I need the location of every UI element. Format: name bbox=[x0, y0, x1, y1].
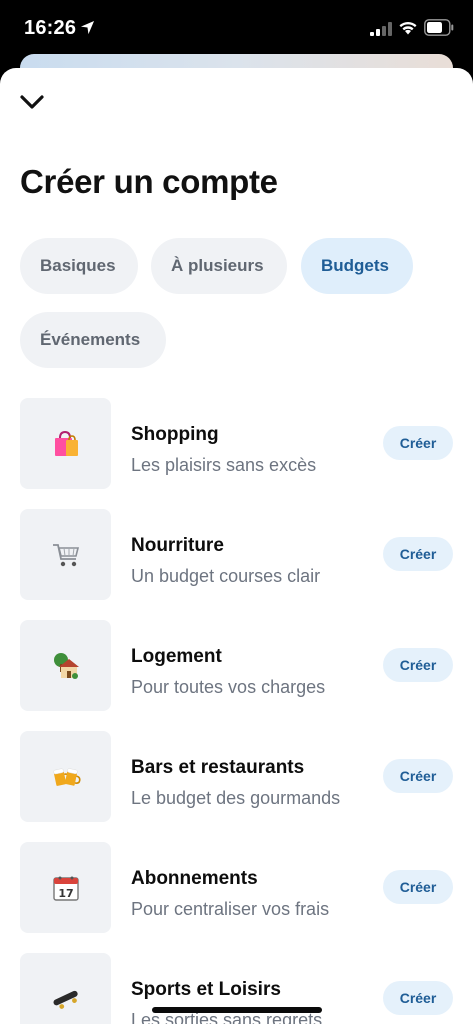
item-title: Sports et Loisirs bbox=[131, 979, 281, 1000]
item-subtitle: Les plaisirs sans excès bbox=[131, 455, 317, 475]
item-subtitle: Un budget courses clair bbox=[131, 566, 321, 586]
list-item[interactable]: 17 Abonnements Pour centraliser vos frai… bbox=[0, 842, 473, 935]
item-title: Logement bbox=[131, 646, 222, 667]
beer-mugs-icon bbox=[52, 767, 81, 786]
chevron-down-icon[interactable] bbox=[18, 92, 46, 112]
item-title: Nourriture bbox=[131, 535, 224, 556]
home-indicator bbox=[152, 1007, 322, 1013]
create-button[interactable]: Créer bbox=[383, 870, 453, 904]
tab-evenements[interactable]: Événements bbox=[20, 312, 166, 368]
create-button[interactable]: Créer bbox=[383, 759, 453, 793]
item-thumbnail bbox=[20, 731, 111, 822]
item-thumbnail bbox=[20, 398, 111, 489]
item-subtitle: Pour centraliser vos frais bbox=[131, 899, 330, 919]
item-subtitle: Pour toutes vos charges bbox=[131, 677, 326, 697]
svg-text:17: 17 bbox=[58, 887, 73, 900]
wifi-icon bbox=[399, 21, 417, 35]
create-button[interactable]: Créer bbox=[383, 981, 453, 1015]
create-button[interactable]: Créer bbox=[383, 537, 453, 571]
list-item[interactable]: Logement Pour toutes vos charges Créer bbox=[0, 620, 473, 713]
shopping-bags-icon bbox=[54, 430, 78, 456]
item-title: Abonnements bbox=[131, 868, 258, 889]
item-thumbnail bbox=[20, 509, 111, 600]
list-item[interactable]: Nourriture Un budget courses clair Créer bbox=[0, 509, 473, 602]
battery-icon bbox=[424, 19, 454, 36]
create-button[interactable]: Créer bbox=[383, 648, 453, 682]
tab-basiques[interactable]: Basiques bbox=[20, 238, 138, 294]
item-thumbnail bbox=[20, 953, 111, 1024]
status-time: 16:26 bbox=[24, 17, 77, 39]
house-icon bbox=[53, 652, 79, 679]
item-thumbnail bbox=[20, 620, 111, 711]
page-title: Créer un compte bbox=[20, 163, 278, 200]
list-item[interactable]: Shopping Les plaisirs sans excès Créer bbox=[0, 398, 473, 491]
tab-budgets[interactable]: Budgets bbox=[301, 238, 413, 294]
item-title: Bars et restaurants bbox=[131, 757, 305, 778]
cellular-signal-icon bbox=[370, 22, 392, 36]
item-subtitle: Le budget des gourmands bbox=[131, 788, 341, 808]
location-arrow-icon bbox=[80, 20, 95, 35]
list-item[interactable]: Sports et Loisirs Les sorties sans regre… bbox=[0, 953, 473, 1024]
bottom-sheet: Créer un compte Basiques À plusieurs Bud… bbox=[0, 68, 473, 1024]
shopping-cart-icon bbox=[52, 543, 79, 566]
calendar-icon: 17 bbox=[52, 876, 79, 901]
item-title: Shopping bbox=[131, 424, 219, 445]
tab-a-plusieurs[interactable]: À plusieurs bbox=[151, 238, 287, 294]
list-item[interactable]: Bars et restaurants Le budget des gourma… bbox=[0, 731, 473, 824]
status-bar: 16:26 bbox=[0, 0, 473, 56]
item-thumbnail: 17 bbox=[20, 842, 111, 933]
skateboard-icon bbox=[53, 990, 78, 1009]
create-button[interactable]: Créer bbox=[383, 426, 453, 460]
